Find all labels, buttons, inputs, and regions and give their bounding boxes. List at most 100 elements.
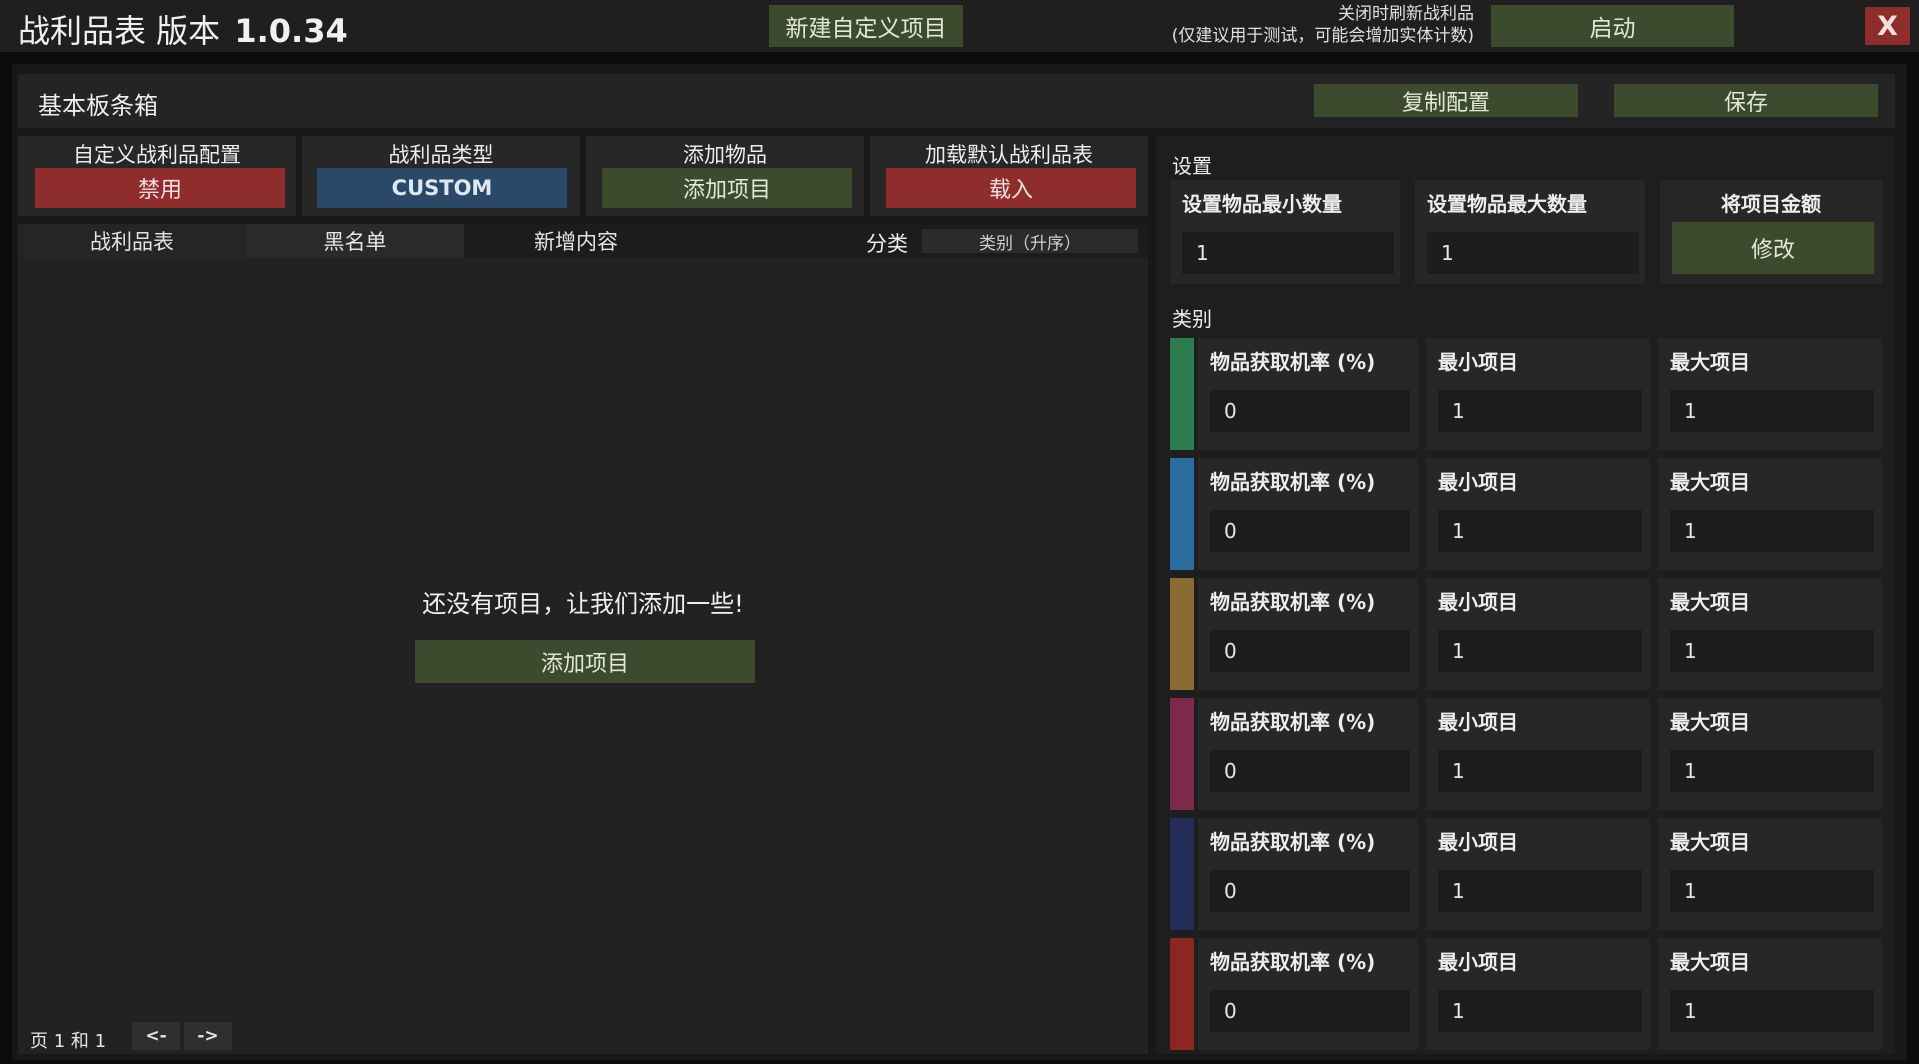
sort-dropdown[interactable]: 类别（升序）: [922, 229, 1138, 254]
load-default-table-label: 加载默认战利品表: [925, 143, 1093, 167]
category-max-items-label: 最大项目: [1670, 710, 1750, 734]
category-min-items-label: 最小项目: [1438, 950, 1518, 974]
category-min-items-label: 最小项目: [1438, 470, 1518, 494]
loot-type-label: 战利品类型: [388, 143, 494, 167]
category-chance-card: 物品获取机率 (%) 0: [1198, 938, 1418, 1050]
category-chance-input[interactable]: 0: [1210, 990, 1410, 1032]
category-max-items-label: 最大项目: [1670, 470, 1750, 494]
category-min-items-card: 最小项目 1: [1426, 938, 1650, 1050]
category-chance-label: 物品获取机率 (%): [1210, 470, 1376, 494]
app-title: 战利品表 版本 1.0.34: [18, 6, 348, 52]
category-row: 物品获取机率 (%) 0 最小项目 1 最大项目 1: [1170, 818, 1882, 930]
category-min-items-card: 最小项目 1: [1426, 338, 1650, 450]
category-row: 物品获取机率 (%) 0 最小项目 1 最大项目 1: [1170, 338, 1882, 450]
tab-new-content[interactable]: 新增内容: [464, 224, 688, 258]
category-chance-label: 物品获取机率 (%): [1210, 830, 1376, 854]
min-count-input[interactable]: 1: [1182, 232, 1394, 274]
add-project-button[interactable]: 添加项目: [602, 168, 852, 208]
category-chance-input[interactable]: 0: [1210, 510, 1410, 552]
app-title-text: 战利品表 版本: [18, 12, 221, 50]
refresh-label-line1: 关闭时刷新战利品: [1338, 4, 1474, 24]
category-row: 物品获取机率 (%) 0 最小项目 1 最大项目 1: [1170, 698, 1882, 810]
category-max-items-input[interactable]: 1: [1670, 390, 1874, 432]
category-max-items-card: 最大项目 1: [1658, 338, 1882, 450]
category-min-items-input[interactable]: 1: [1438, 510, 1642, 552]
amount-label: 将项目金额: [1721, 192, 1821, 216]
category-min-items-label: 最小项目: [1438, 350, 1518, 374]
load-default-table-tile: 加载默认战利品表 载入: [870, 136, 1148, 216]
category-chance-input[interactable]: 0: [1210, 870, 1410, 912]
category-max-items-card: 最大项目 1: [1658, 938, 1882, 1050]
category-min-items-label: 最小项目: [1438, 590, 1518, 614]
category-chance-label: 物品获取机率 (%): [1210, 350, 1376, 374]
category-min-items-card: 最小项目 1: [1426, 578, 1650, 690]
refresh-label-line2: (仅建议用于测试，可能会增加实体计数): [1171, 26, 1474, 46]
loot-list-area: 战利品表 黑名单 新增内容 分类 类别（升序） 还没有项目，让我们添加一些! 添…: [18, 224, 1148, 1054]
category-chance-card: 物品获取机率 (%) 0: [1198, 578, 1418, 690]
disable-button[interactable]: 禁用: [35, 168, 285, 208]
prev-page-button[interactable]: <-: [132, 1022, 180, 1050]
category-chance-input[interactable]: 0: [1210, 750, 1410, 792]
category-max-items-card: 最大项目 1: [1658, 458, 1882, 570]
category-min-items-input[interactable]: 1: [1438, 630, 1642, 672]
category-chance-input[interactable]: 0: [1210, 630, 1410, 672]
tab-blacklist[interactable]: 黑名单: [246, 224, 464, 258]
category-max-items-card: 最大项目 1: [1658, 698, 1882, 810]
category-max-items-input[interactable]: 1: [1670, 510, 1874, 552]
sort-label: 分类: [866, 232, 908, 256]
category-max-items-input[interactable]: 1: [1670, 630, 1874, 672]
loot-type-button[interactable]: CUSTOM: [317, 168, 567, 208]
category-row: 物品获取机率 (%) 0 最小项目 1 最大项目 1: [1170, 578, 1882, 690]
title-bar: 战利品表 版本 1.0.34 新建自定义项目 关闭时刷新战利品 (仅建议用于测试…: [0, 0, 1919, 52]
category-chance-input[interactable]: 0: [1210, 390, 1410, 432]
category-color-swatch: [1170, 938, 1194, 1050]
category-row: 物品获取机率 (%) 0 最小项目 1 最大项目 1: [1170, 938, 1882, 1050]
category-chance-card: 物品获取机率 (%) 0: [1198, 818, 1418, 930]
category-min-items-input[interactable]: 1: [1438, 870, 1642, 912]
custom-loot-config-tile: 自定义战利品配置 禁用: [18, 136, 296, 216]
settings-title: 设置: [1172, 154, 1212, 178]
refresh-on-close-label: 关闭时刷新战利品 (仅建议用于测试，可能会增加实体计数): [1100, 3, 1474, 47]
panel-header: 基本板条箱 复制配置 保存: [18, 74, 1895, 128]
start-toggle-button[interactable]: 启动: [1491, 5, 1734, 47]
category-max-items-label: 最大项目: [1670, 350, 1750, 374]
custom-loot-config-label: 自定义战利品配置: [73, 143, 241, 167]
category-max-items-input[interactable]: 1: [1670, 750, 1874, 792]
new-custom-item-button[interactable]: 新建自定义项目: [769, 5, 963, 47]
category-min-items-card: 最小项目 1: [1426, 458, 1650, 570]
app-version: 1.0.34: [234, 12, 348, 50]
loot-type-tile: 战利品类型 CUSTOM: [302, 136, 580, 216]
category-chance-card: 物品获取机率 (%) 0: [1198, 458, 1418, 570]
empty-state-add-button[interactable]: 添加项目: [415, 640, 755, 683]
next-page-button[interactable]: ->: [184, 1022, 232, 1050]
close-button[interactable]: X: [1865, 7, 1910, 45]
add-item-tile: 添加物品 添加项目: [586, 136, 864, 216]
max-count-card: 设置物品最大数量 1: [1415, 180, 1645, 284]
modify-amount-button[interactable]: 修改: [1672, 222, 1874, 274]
category-chance-label: 物品获取机率 (%): [1210, 710, 1376, 734]
categories-title: 类别: [1172, 307, 1212, 331]
category-min-items-input[interactable]: 1: [1438, 990, 1642, 1032]
copy-config-button[interactable]: 复制配置: [1314, 84, 1578, 117]
category-max-items-card: 最大项目 1: [1658, 818, 1882, 930]
category-min-items-input[interactable]: 1: [1438, 750, 1642, 792]
category-max-items-input[interactable]: 1: [1670, 990, 1874, 1032]
category-row: 物品获取机率 (%) 0 最小项目 1 最大项目 1: [1170, 458, 1882, 570]
load-button[interactable]: 载入: [886, 168, 1136, 208]
empty-state-message: 还没有项目，让我们添加一些!: [422, 590, 744, 618]
category-chance-label: 物品获取机率 (%): [1210, 950, 1376, 974]
category-chance-card: 物品获取机率 (%) 0: [1198, 698, 1418, 810]
page-indicator: 页 1 和 1: [30, 1031, 107, 1052]
category-color-swatch: [1170, 818, 1194, 930]
category-max-items-input[interactable]: 1: [1670, 870, 1874, 912]
add-item-label: 添加物品: [683, 143, 767, 167]
category-max-items-label: 最大项目: [1670, 830, 1750, 854]
category-chance-label: 物品获取机率 (%): [1210, 590, 1376, 614]
category-color-swatch: [1170, 698, 1194, 810]
category-color-swatch: [1170, 578, 1194, 690]
max-count-input[interactable]: 1: [1427, 232, 1639, 274]
save-button[interactable]: 保存: [1614, 84, 1878, 117]
category-min-items-input[interactable]: 1: [1438, 390, 1642, 432]
tab-loot-table[interactable]: 战利品表: [18, 224, 246, 258]
category-color-swatch: [1170, 458, 1194, 570]
